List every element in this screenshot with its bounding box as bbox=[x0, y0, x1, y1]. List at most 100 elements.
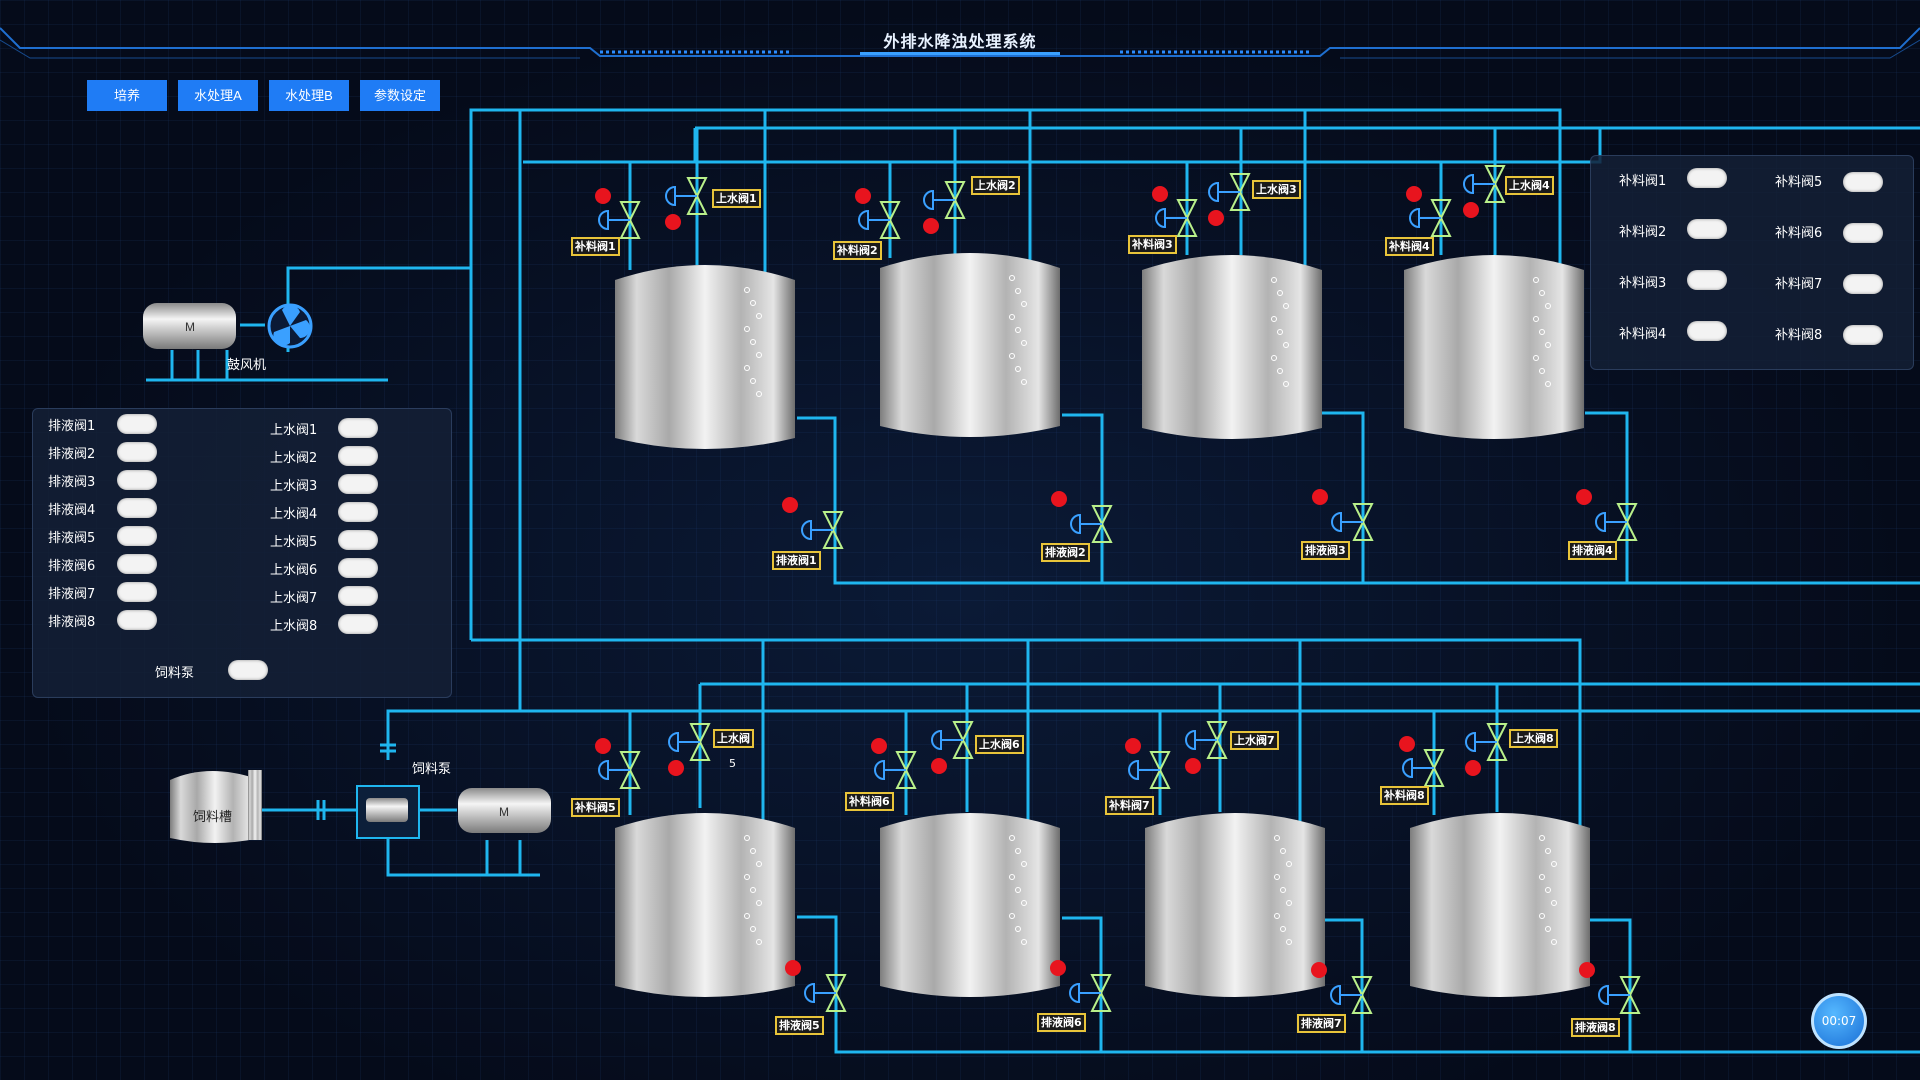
reactor-tank-3 bbox=[1142, 255, 1322, 439]
drain-valve-label-7: 排液阀7 bbox=[48, 587, 96, 602]
drain-valve-5-status-indicator bbox=[785, 960, 801, 976]
drain-valve-3-status-indicator bbox=[1312, 489, 1328, 505]
feed-pump-control-label: 饲料泵 bbox=[155, 666, 195, 681]
feed-valve-7[interactable] bbox=[1128, 751, 1170, 789]
inlet-valve-toggle-2[interactable] bbox=[338, 446, 378, 466]
feed-valve-label-7: 补料阀7 bbox=[1775, 277, 1823, 292]
drain-valve-5[interactable] bbox=[804, 974, 846, 1012]
reactor-tank-4 bbox=[1404, 255, 1584, 439]
feed-pump-toggle[interactable] bbox=[228, 660, 268, 680]
inlet-valve-1-status-indicator bbox=[665, 214, 681, 230]
drain-valve-toggle-1[interactable] bbox=[117, 414, 157, 434]
inlet-valve-tag-7: 上水阀7 bbox=[1230, 731, 1279, 750]
inlet-valve-8[interactable] bbox=[1465, 723, 1507, 761]
reactor-tank-2 bbox=[880, 253, 1060, 437]
feed-valve-2-status-indicator bbox=[855, 188, 871, 204]
feed-valve-toggle-7[interactable] bbox=[1843, 274, 1883, 294]
feed-valve-label-4: 补料阀4 bbox=[1619, 327, 1667, 342]
feed-tank-label: 饲料槽 bbox=[193, 810, 233, 825]
feed-valve-tag-4: 补料阀4 bbox=[1385, 237, 1434, 256]
feed-valve-3[interactable] bbox=[1155, 199, 1197, 237]
inlet-valve-toggle-4[interactable] bbox=[338, 502, 378, 522]
drain-valve-toggle-3[interactable] bbox=[117, 470, 157, 490]
feed-valve-toggle-6[interactable] bbox=[1843, 223, 1883, 243]
inlet-valve-label-8: 上水阀8 bbox=[270, 619, 318, 634]
inlet-valve-4-status-indicator bbox=[1463, 202, 1479, 218]
feed-valve-toggle-3[interactable] bbox=[1687, 270, 1727, 290]
drain-valve-label-4: 排液阀4 bbox=[48, 503, 96, 518]
drain-valve-toggle-4[interactable] bbox=[117, 498, 157, 518]
drain-valve-tag-2: 排液阀2 bbox=[1041, 543, 1090, 562]
drain-valve-6-status-indicator bbox=[1050, 960, 1066, 976]
drain-valve-toggle-8[interactable] bbox=[117, 610, 157, 630]
inlet-valve-1[interactable] bbox=[665, 177, 707, 215]
feed-valve-tag-3: 补料阀3 bbox=[1128, 235, 1177, 254]
drain-valve-3[interactable] bbox=[1331, 503, 1373, 541]
feed-valve-tag-6: 补料阀6 bbox=[845, 792, 894, 811]
inlet-valve-toggle-5[interactable] bbox=[338, 530, 378, 550]
timer-badge[interactable]: 00:07 bbox=[1811, 993, 1867, 1049]
drain-valve-7-status-indicator bbox=[1311, 962, 1327, 978]
inlet-valve-tag-5: 上水阀 bbox=[713, 729, 754, 748]
feed-valve-6[interactable] bbox=[874, 751, 916, 789]
blower-label: 鼓风机 bbox=[227, 358, 267, 373]
feed-valve-7-status-indicator bbox=[1125, 738, 1141, 754]
inlet-valve-5-suffix: 5 bbox=[729, 757, 736, 770]
drain-valve-8[interactable] bbox=[1598, 976, 1640, 1014]
drain-valve-tag-4: 排液阀4 bbox=[1568, 541, 1617, 560]
feed-valve-toggle-1[interactable] bbox=[1687, 168, 1727, 188]
feed-valve-tag-7: 补料阀7 bbox=[1105, 796, 1154, 815]
feed-valve-1[interactable] bbox=[598, 201, 640, 239]
feed-valve-2[interactable] bbox=[858, 201, 900, 239]
inlet-valve-8-status-indicator bbox=[1465, 760, 1481, 776]
drain-valve-2[interactable] bbox=[1070, 505, 1112, 543]
drain-valve-toggle-6[interactable] bbox=[117, 554, 157, 574]
feed-valve-label-8: 补料阀8 bbox=[1775, 328, 1823, 343]
feed-motor-label: M bbox=[499, 805, 509, 819]
inlet-valve-toggle-3[interactable] bbox=[338, 474, 378, 494]
feed-valve-4[interactable] bbox=[1409, 199, 1451, 237]
inlet-valve-tag-8: 上水阀8 bbox=[1509, 729, 1558, 748]
inlet-valve-4[interactable] bbox=[1463, 165, 1505, 203]
inlet-valve-tag-2: 上水阀2 bbox=[971, 176, 1020, 195]
drain-valve-toggle-5[interactable] bbox=[117, 526, 157, 546]
reactor-tank-6 bbox=[880, 813, 1060, 997]
drain-valve-toggle-7[interactable] bbox=[117, 582, 157, 602]
feed-valve-tag-2: 补料阀2 bbox=[833, 241, 882, 260]
inlet-valve-3[interactable] bbox=[1208, 173, 1250, 211]
drain-valve-tag-3: 排液阀3 bbox=[1301, 541, 1350, 560]
feed-valve-toggle-4[interactable] bbox=[1687, 321, 1727, 341]
feed-valve-5[interactable] bbox=[598, 751, 640, 789]
drain-valve-toggle-2[interactable] bbox=[117, 442, 157, 462]
feed-valve-label-5: 补料阀5 bbox=[1775, 175, 1823, 190]
feed-valve-toggle-2[interactable] bbox=[1687, 219, 1727, 239]
inlet-valve-label-2: 上水阀2 bbox=[270, 451, 318, 466]
inlet-valve-5[interactable] bbox=[668, 723, 710, 761]
inlet-valve-5-status-indicator bbox=[668, 760, 684, 776]
inlet-valve-toggle-8[interactable] bbox=[338, 614, 378, 634]
feed-valve-tag-1: 补料阀1 bbox=[571, 237, 620, 256]
inlet-valve-2[interactable] bbox=[923, 181, 965, 219]
inlet-valve-label-5: 上水阀5 bbox=[270, 535, 318, 550]
feed-valve-label-3: 补料阀3 bbox=[1619, 276, 1667, 291]
inlet-valve-toggle-1[interactable] bbox=[338, 418, 378, 438]
blower-motor-label: M bbox=[185, 320, 195, 334]
drain-valve-2-status-indicator bbox=[1051, 491, 1067, 507]
feed-valve-tag-5: 补料阀5 bbox=[571, 798, 620, 817]
feed-valve-8-status-indicator bbox=[1399, 736, 1415, 752]
feed-valve-label-1: 补料阀1 bbox=[1619, 174, 1667, 189]
feed-valve-8[interactable] bbox=[1402, 749, 1444, 787]
inlet-valve-toggle-7[interactable] bbox=[338, 586, 378, 606]
drain-valve-7[interactable] bbox=[1330, 976, 1372, 1014]
inlet-valve-3-status-indicator bbox=[1208, 210, 1224, 226]
feed-valve-toggle-5[interactable] bbox=[1843, 172, 1883, 192]
inlet-valve-toggle-6[interactable] bbox=[338, 558, 378, 578]
drain-valve-6[interactable] bbox=[1069, 974, 1111, 1012]
inlet-valve-tag-1: 上水阀1 bbox=[712, 189, 761, 208]
feed-valve-toggle-8[interactable] bbox=[1843, 325, 1883, 345]
drain-valve-1-status-indicator bbox=[782, 497, 798, 513]
feed-valve-5-status-indicator bbox=[595, 738, 611, 754]
drain-valve-4[interactable] bbox=[1595, 503, 1637, 541]
drain-valve-label-1: 排液阀1 bbox=[48, 419, 96, 434]
inlet-valve-label-7: 上水阀7 bbox=[270, 591, 318, 606]
